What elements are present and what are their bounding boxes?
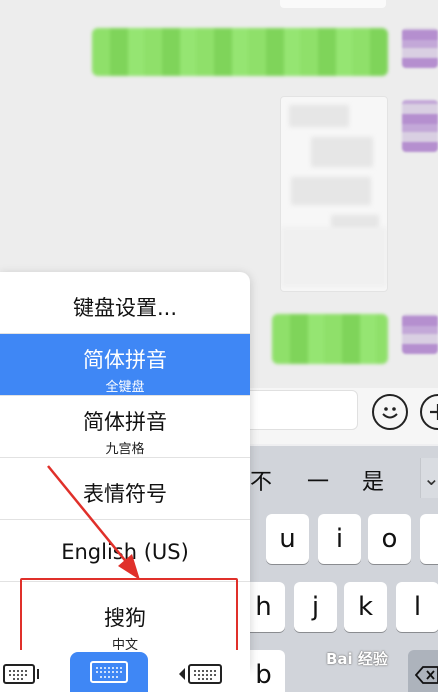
menu-item-label: English (US) xyxy=(61,540,189,564)
plus-icon[interactable] xyxy=(420,394,438,430)
message-input[interactable] xyxy=(240,390,358,430)
menu-item-pinyin-9key[interactable]: 简体拼音 九宫格 xyxy=(0,396,250,458)
menu-item-keyboard-settings[interactable]: 键盘设置... xyxy=(0,272,250,334)
key-j[interactable]: j xyxy=(294,582,337,632)
backspace-icon xyxy=(415,666,438,684)
menu-item-label: 键盘设置... xyxy=(72,296,178,320)
key-u[interactable]: u xyxy=(266,514,309,564)
menu-item-pinyin-full[interactable]: 简体拼音 全键盘 xyxy=(0,334,250,396)
key-i[interactable]: i xyxy=(318,514,361,564)
avatar[interactable] xyxy=(402,28,438,68)
keyboard-center-glyph xyxy=(90,661,128,683)
chevron-down-icon[interactable]: ⌄ xyxy=(420,458,438,498)
menu-item-sublabel: 九宫格 xyxy=(105,442,145,457)
menu-item-emoji[interactable]: 表情符号 xyxy=(0,458,250,520)
candidate-word[interactable]: 是 xyxy=(362,464,384,496)
menu-item-label: 简体拼音 xyxy=(83,348,167,372)
candidate-word[interactable]: 一 xyxy=(307,464,329,496)
menu-item-label: 表情符号 xyxy=(83,482,167,506)
key-l[interactable]: l xyxy=(396,582,438,632)
keyboard-center-icon[interactable] xyxy=(70,652,148,692)
message-bubble[interactable] xyxy=(272,314,388,364)
watermark-text: Bai 经验 xyxy=(326,650,388,668)
key-o[interactable]: o xyxy=(368,514,411,564)
emoji-icon[interactable] xyxy=(372,394,408,430)
message-bubble[interactable] xyxy=(92,28,388,76)
menu-item-label: 简体拼音 xyxy=(83,410,167,434)
keyboard-right-glyph xyxy=(179,664,222,684)
key-p[interactable] xyxy=(420,514,438,564)
avatar[interactable] xyxy=(402,100,438,152)
message-card-top[interactable] xyxy=(280,0,386,8)
image-message[interactable] xyxy=(280,96,388,292)
annotation-highlight-box xyxy=(20,578,238,660)
candidate-word[interactable]: 不 xyxy=(250,464,272,496)
key-k[interactable]: k xyxy=(344,582,387,632)
menu-item-english-us[interactable]: English (US) xyxy=(0,520,250,582)
emoji-icon-glyph xyxy=(382,407,398,419)
menu-item-sublabel: 全键盘 xyxy=(105,380,145,395)
avatar[interactable] xyxy=(402,314,438,354)
plus-icon-glyph xyxy=(430,404,438,420)
keyboard-left-glyph xyxy=(3,664,39,684)
keyboard-left-icon[interactable] xyxy=(2,660,42,688)
keyboard-right-icon[interactable] xyxy=(176,660,224,688)
delete-key[interactable] xyxy=(408,650,438,692)
